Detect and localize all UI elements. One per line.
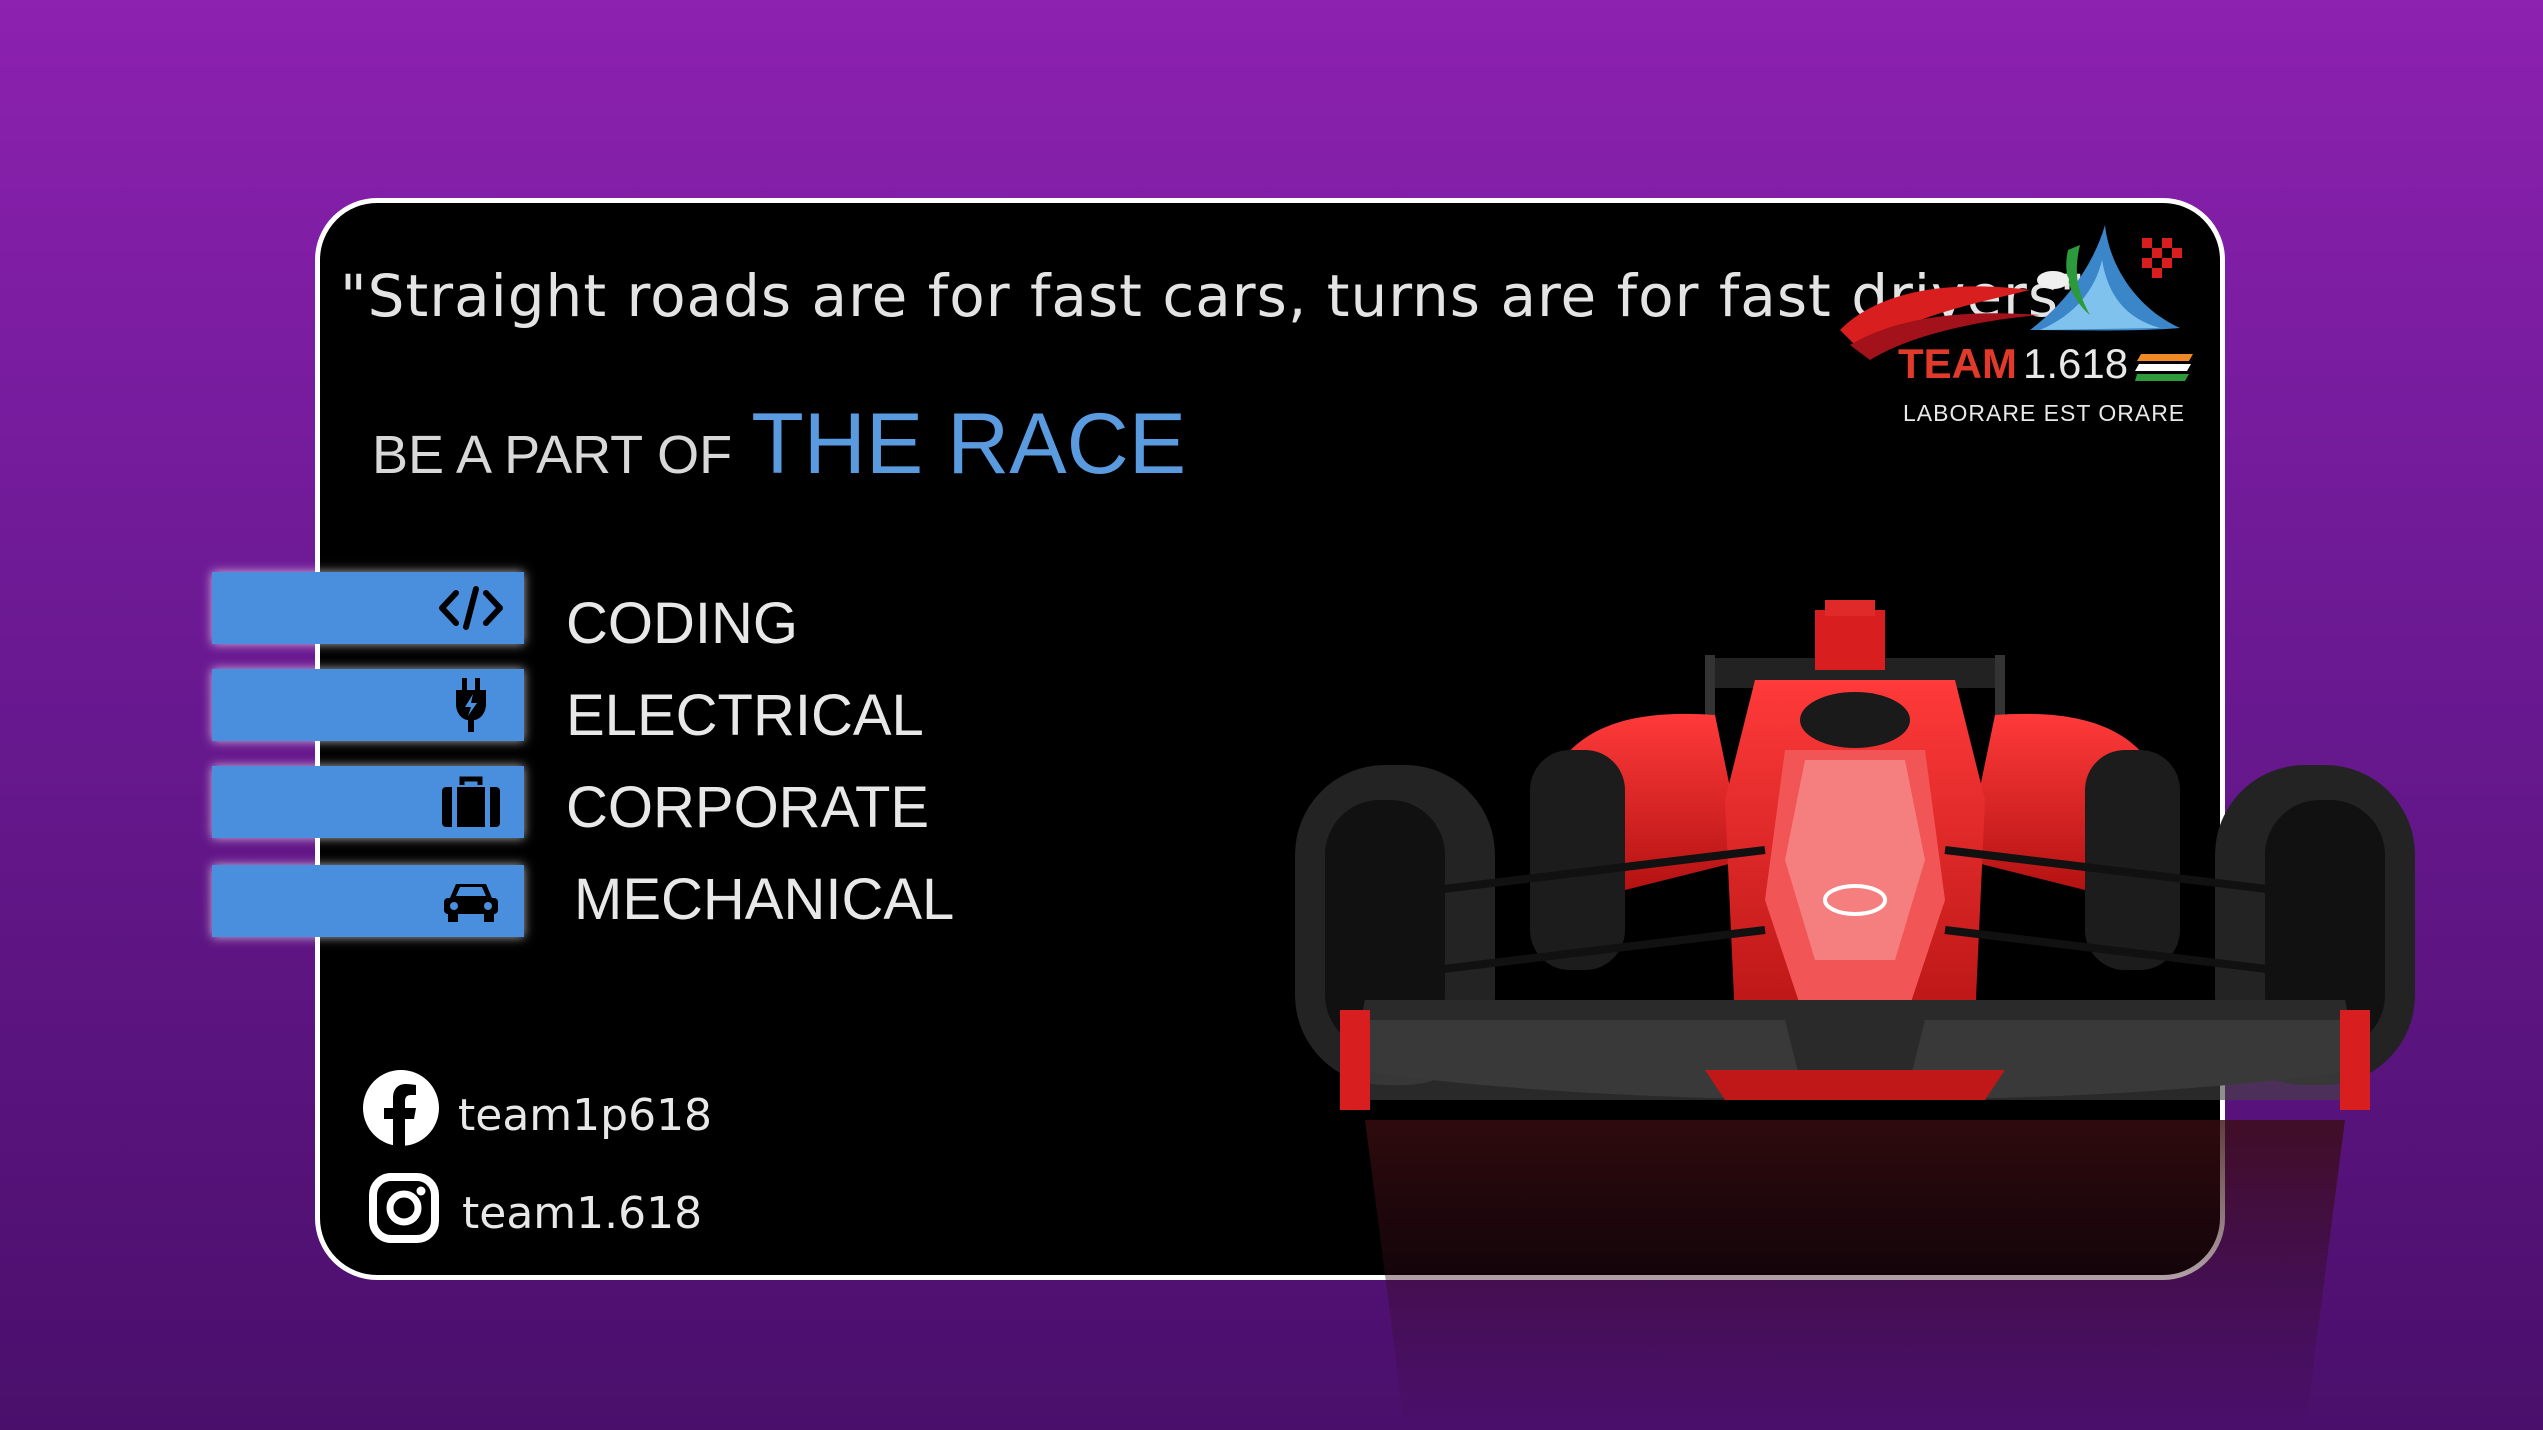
logo-team-number: 1.618 bbox=[2023, 340, 2129, 387]
dept-tab-electrical[interactable] bbox=[212, 669, 524, 741]
quote-text: "Straight roads are for fast cars, turns… bbox=[340, 262, 2087, 330]
instagram-handle[interactable]: team1.618 bbox=[462, 1188, 702, 1239]
dept-tab-mechanical[interactable] bbox=[212, 865, 524, 937]
tagline: BE A PART OF THE RACE bbox=[372, 395, 1186, 494]
logo-team-word: TEAM bbox=[1898, 340, 2017, 387]
dept-label-electrical: ELECTRICAL bbox=[566, 683, 924, 748]
code-icon bbox=[439, 586, 503, 630]
dept-label-corporate: CORPORATE bbox=[566, 775, 930, 840]
dept-tab-corporate[interactable] bbox=[212, 766, 524, 838]
dept-label-mechanical: MECHANICAL bbox=[574, 867, 955, 932]
logo-motto: LABORARE EST ORARE bbox=[1903, 400, 2186, 426]
briefcase-icon bbox=[442, 776, 500, 827]
car-icon bbox=[444, 884, 498, 922]
facebook-icon[interactable] bbox=[362, 1069, 440, 1147]
facebook-handle[interactable]: team1p618 bbox=[458, 1090, 712, 1141]
logo-wordmark: TEAM 1.618 bbox=[1898, 340, 2128, 388]
race-car-image bbox=[1295, 600, 2415, 1430]
instagram-icon[interactable] bbox=[368, 1172, 440, 1244]
tricolour-stripes-icon bbox=[2135, 354, 2193, 381]
tagline-highlight: THE RACE bbox=[751, 396, 1187, 492]
tagline-prefix: BE A PART OF bbox=[372, 425, 733, 485]
dept-label-coding: CODING bbox=[566, 591, 798, 656]
dept-tab-coding[interactable] bbox=[212, 572, 524, 644]
plug-icon bbox=[456, 678, 486, 732]
